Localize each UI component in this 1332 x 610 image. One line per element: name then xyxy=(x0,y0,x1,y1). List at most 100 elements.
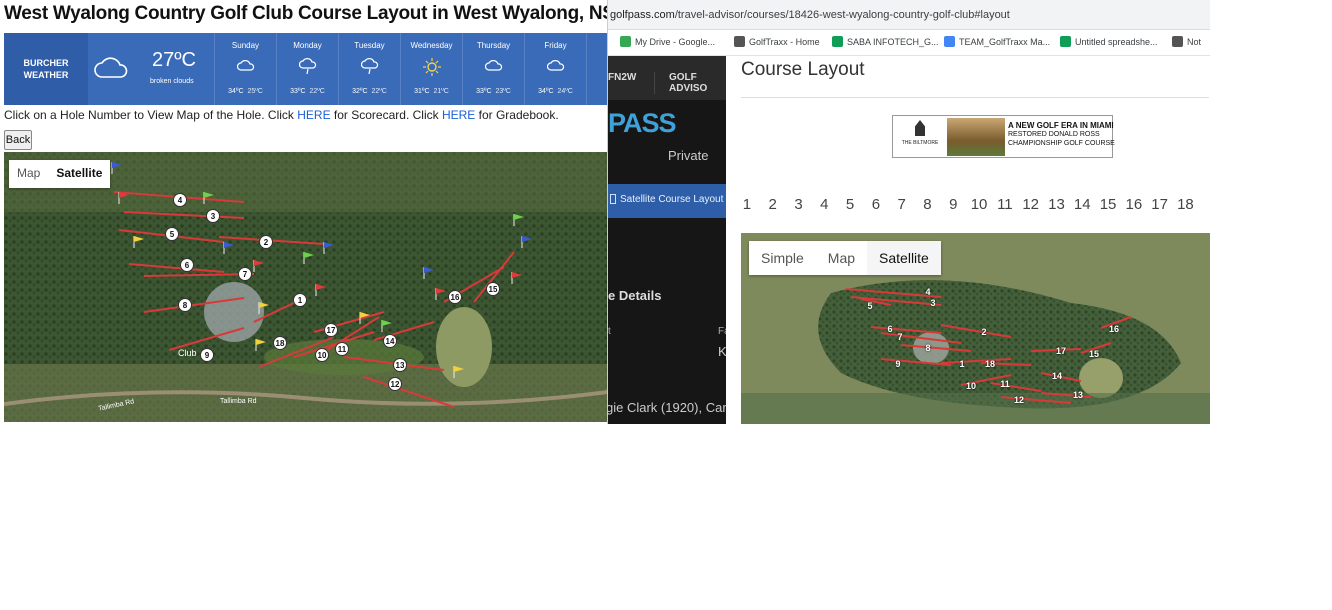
hole-marker-4[interactable]: 4 xyxy=(173,193,187,207)
golfpass-logo[interactable]: PASS xyxy=(608,108,677,139)
hole-marker-13[interactable]: 13 xyxy=(393,358,407,372)
satellite-tab[interactable]: Satellite xyxy=(48,160,110,188)
hole-marker-2[interactable]: 2 xyxy=(978,326,991,339)
forecast-low: 22ºC xyxy=(371,88,387,95)
weather-widget[interactable]: BURCHER WEATHER 27ºC broken clouds Sunda… xyxy=(4,33,607,105)
hole-marker-18[interactable]: 18 xyxy=(984,358,997,371)
hole-marker-11[interactable]: 11 xyxy=(999,378,1012,391)
hole-marker-1[interactable]: 1 xyxy=(956,358,969,371)
forecast-day-name: Wednesday xyxy=(410,41,453,50)
details-fragment-2: Fa xyxy=(718,326,726,337)
hole-marker-5[interactable]: 5 xyxy=(165,227,179,241)
hole-marker-17[interactable]: 17 xyxy=(324,323,338,337)
hole-marker-17[interactable]: 17 xyxy=(1055,345,1068,358)
forecast-high: 32ºC xyxy=(352,88,368,95)
hole-marker-12[interactable]: 12 xyxy=(1013,394,1026,407)
hole-marker-9[interactable]: 9 xyxy=(200,348,214,362)
url-path: /travel-advisor/courses/18426-west-wyalo… xyxy=(674,9,1010,21)
hole-marker-15[interactable]: 15 xyxy=(1088,348,1101,361)
bookmark-item[interactable]: GolfTraxx - Home xyxy=(734,36,820,47)
hole-marker-8[interactable]: 8 xyxy=(922,342,935,355)
hole-link-4[interactable]: 4 xyxy=(811,196,837,220)
satellite-tab-right[interactable]: Satellite xyxy=(867,241,941,275)
ad-line2: RESTORED DONALD ROSS xyxy=(1008,131,1100,138)
golfpass-nav: FN2W GOLF ADVISO xyxy=(608,56,726,100)
hole-marker-12[interactable]: 12 xyxy=(388,377,402,391)
url-text[interactable]: golfpass.com/travel-advisor/courses/1842… xyxy=(610,9,1010,21)
hole-link-9[interactable]: 9 xyxy=(940,196,966,220)
bookmark-item[interactable]: SABA INFOTECH_G... xyxy=(832,36,939,47)
hole-link-17[interactable]: 17 xyxy=(1147,196,1173,220)
hole-link-15[interactable]: 15 xyxy=(1095,196,1121,220)
details-fragment-3: K xyxy=(718,344,726,359)
advertisement-banner[interactable]: THE BILTMORE A NEW GOLF ERA IN MIAMI RES… xyxy=(892,115,1115,158)
hole-marker-1[interactable]: 1 xyxy=(293,293,307,307)
hole-link-6[interactable]: 6 xyxy=(863,196,889,220)
scorecard-link[interactable]: HERE xyxy=(297,108,330,122)
hole-link-13[interactable]: 13 xyxy=(1044,196,1070,220)
hole-link-2[interactable]: 2 xyxy=(760,196,786,220)
hole-marker-14[interactable]: 14 xyxy=(1051,370,1064,383)
hole-link-8[interactable]: 8 xyxy=(915,196,941,220)
hole-marker-10[interactable]: 10 xyxy=(965,380,978,393)
url-domain: golfpass.com xyxy=(610,9,675,21)
hole-marker-8[interactable]: 8 xyxy=(178,298,192,312)
satellite-layout-link[interactable]: Satellite Course Layout xyxy=(608,184,726,218)
map-tab[interactable]: Map xyxy=(9,160,48,188)
hole-link-3[interactable]: 3 xyxy=(786,196,812,220)
hole-marker-5[interactable]: 5 xyxy=(864,300,877,313)
satellite-layout-label: Satellite Course Layout xyxy=(620,194,724,205)
current-weather: 27ºC broken clouds xyxy=(88,33,214,105)
hole-link-14[interactable]: 14 xyxy=(1069,196,1095,220)
back-button[interactable]: Back xyxy=(4,130,32,150)
hole-marker-7[interactable]: 7 xyxy=(238,267,252,281)
bookmark-item[interactable]: TEAM_GolfTraxx Ma... xyxy=(944,36,1050,47)
gradebook-link[interactable]: HERE xyxy=(442,108,475,122)
hole-link-11[interactable]: 11 xyxy=(992,196,1018,220)
road-label-2: Tallimba Rd xyxy=(220,398,257,405)
designer-text: gie Clark (1920), Car xyxy=(608,400,726,415)
hole-marker-4[interactable]: 4 xyxy=(922,286,935,299)
nav-item-fn2w[interactable]: FN2W xyxy=(608,72,636,83)
course-layout-heading: Course Layout xyxy=(741,59,865,80)
map-tab-right[interactable]: Map xyxy=(816,241,867,275)
hole-marker-14[interactable]: 14 xyxy=(383,334,397,348)
bookmark-item[interactable]: Untitled spreadshe... xyxy=(1060,36,1158,47)
instructions-text: Click on a Hole Number to View Map of th… xyxy=(4,108,559,122)
weather-brand[interactable]: BURCHER WEATHER xyxy=(4,33,88,105)
satellite-map-left[interactable]: 1 2 3 4 5 6 7 8 9 10 11 12 13 14 15 16 17 18 Club Tallimb… xyxy=(4,152,607,422)
hole-link-1[interactable]: 1 xyxy=(734,196,760,220)
satellite-map-right[interactable]: 1 2 3 4 5 6 7 8 9 10 11 12 13 14 15 16 17 18 Simple Map S… xyxy=(741,233,1210,424)
hole-link-10[interactable]: 10 xyxy=(966,196,992,220)
hole-link-12[interactable]: 12 xyxy=(1018,196,1044,220)
hole-marker-18[interactable]: 18 xyxy=(273,336,287,350)
hole-marker-7[interactable]: 7 xyxy=(894,331,907,344)
hole-marker-10[interactable]: 10 xyxy=(315,348,329,362)
hole-marker-16[interactable]: 16 xyxy=(448,290,462,304)
hole-link-18[interactable]: 18 xyxy=(1173,196,1199,220)
page-title: West Wyalong Country Golf Club Course La… xyxy=(4,3,607,24)
hole-marker-6[interactable]: 6 xyxy=(180,258,194,272)
golfpass-main-content: Course Layout THE BILTMORE A NEW GOLF ER… xyxy=(726,56,1210,424)
hole-marker-16[interactable]: 16 xyxy=(1108,323,1121,336)
bookmark-item[interactable]: My Drive - Google... xyxy=(620,36,715,47)
hole-marker-15[interactable]: 15 xyxy=(486,282,500,296)
bookmark-item[interactable]: Not xyxy=(1172,36,1201,47)
hole-marker-13[interactable]: 13 xyxy=(1072,389,1085,402)
weather-brand-line1: BURCHER xyxy=(23,58,69,68)
hole-marker-2[interactable]: 2 xyxy=(259,235,273,249)
hole-marker-9[interactable]: 9 xyxy=(892,358,905,371)
hole-link-16[interactable]: 16 xyxy=(1121,196,1147,220)
nav-item-golf-advisor[interactable]: GOLF ADVISO xyxy=(654,72,726,94)
forecast-high: 34ºC xyxy=(538,88,554,95)
sun-icon xyxy=(401,58,462,78)
address-bar[interactable]: golfpass.com/travel-advisor/courses/1842… xyxy=(608,0,1210,30)
simple-tab[interactable]: Simple xyxy=(749,241,816,275)
course-details-heading: e Details xyxy=(608,288,662,303)
forecast-low: 24ºC xyxy=(557,88,573,95)
hole-link-7[interactable]: 7 xyxy=(889,196,915,220)
weather-brand-line2: WEATHER xyxy=(23,70,69,80)
hole-marker-3[interactable]: 3 xyxy=(206,209,220,223)
hole-link-5[interactable]: 5 xyxy=(837,196,863,220)
hole-marker-11[interactable]: 11 xyxy=(335,342,349,356)
